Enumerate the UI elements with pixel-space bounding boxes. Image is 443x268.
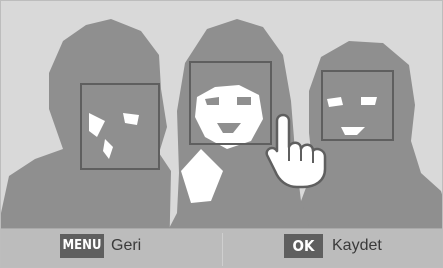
back-label[interactable]: Geri [111,234,141,258]
face-box-middle[interactable] [189,61,272,145]
menu-key[interactable]: MENU [60,234,104,258]
touch-hand-icon [265,113,327,189]
ok-key[interactable]: OK [284,234,323,258]
bar-divider [222,233,223,266]
camera-screen: MENU Geri OK Kaydet [0,0,443,268]
face-box-left[interactable] [80,83,160,170]
save-label[interactable]: Kaydet [332,234,382,258]
